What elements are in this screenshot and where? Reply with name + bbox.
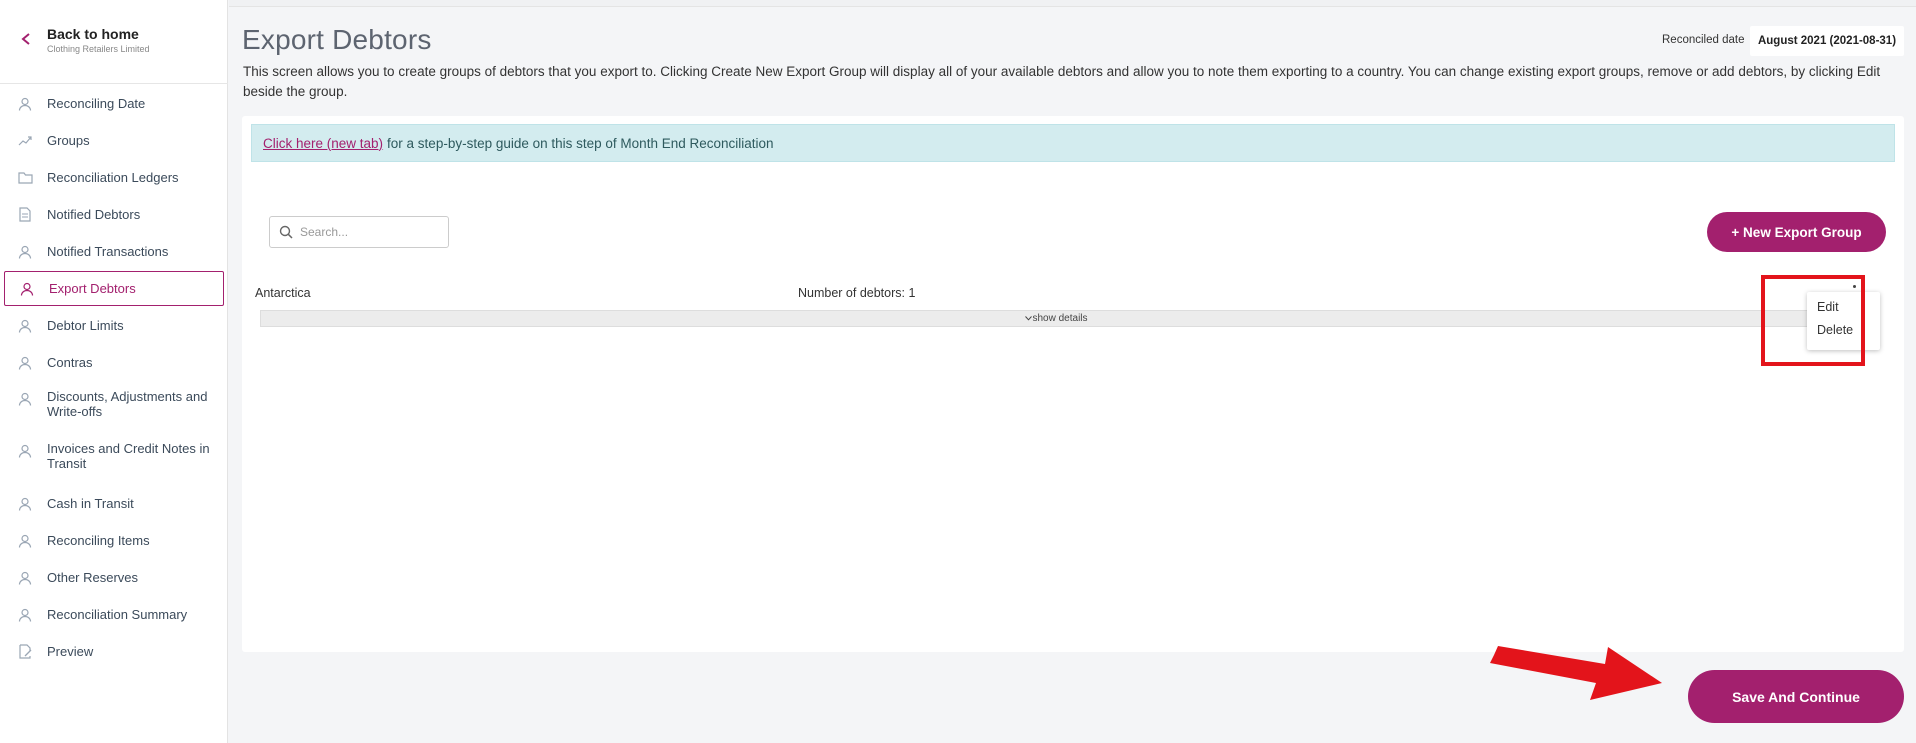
person-icon [17,607,33,623]
sidebar-item-label: Groups [47,133,90,148]
document-icon [17,207,33,223]
sidebar-item-label: Contras [47,355,93,370]
chevron-left-icon [21,33,30,45]
page-description: This screen allows you to create groups … [243,64,1881,99]
sidebar-item-reconciliation-ledgers[interactable]: Reconciliation Ledgers [0,159,228,196]
back-to-home-label: Back to home [47,26,139,42]
company-name: Clothing Retailers Limited [47,44,150,54]
export-groups-card: Click here (new tab) for a step-by-step … [242,116,1904,652]
person-icon [17,96,33,112]
edit-menu-item[interactable]: Edit [1817,300,1839,314]
sidebar-item-groups[interactable]: Groups [0,122,228,159]
search-box [269,216,449,248]
delete-menu-item[interactable]: Delete [1817,323,1853,337]
new-export-group-button[interactable]: + New Export Group [1707,212,1886,252]
person-icon [17,570,33,586]
save-and-continue-button[interactable]: Save And Continue [1688,670,1904,723]
folder-icon [17,170,33,186]
person-icon [17,244,33,260]
person-icon [17,533,33,549]
sidebar-item-reconciling-date[interactable]: Reconciling Date [0,85,228,122]
sidebar-item-label: Debtor Limits [47,318,124,333]
person-icon [19,281,35,297]
show-details-toggle[interactable]: show details [260,310,1853,327]
sidebar-item-reconciliation-summary[interactable]: Reconciliation Summary [0,596,228,633]
search-icon [279,225,293,239]
group-context-menu: Edit Delete [1807,292,1880,350]
sidebar-item-other-reserves[interactable]: Other Reserves [0,559,228,596]
page-title: Export Debtors [242,24,432,55]
reconciled-date-label: Reconciled date [1662,34,1745,46]
sidebar-item-label: Reconciliation Ledgers [47,170,179,185]
sidebar-item-export-debtors[interactable]: Export Debtors [4,271,224,306]
sidebar-item-preview[interactable]: Preview [0,633,228,670]
sidebar-item-label: Discounts, Adjustments and Write-offs [47,389,208,419]
sidebar-nav: Reconciling Date Groups Reconciliation L… [0,85,228,670]
sidebar-item-label: Other Reserves [47,570,139,585]
sidebar-item-label: Cash in Transit [47,496,134,511]
guide-text: for a step-by-step guide on this step of… [387,135,774,151]
person-icon [17,355,33,371]
annotation-arrow [1490,646,1662,700]
edit-document-icon [17,644,33,660]
person-icon [17,496,33,512]
sidebar-item-debtor-limits[interactable]: Debtor Limits [0,307,228,344]
top-bar [229,0,1916,7]
sidebar-item-label: Reconciling Items [47,533,150,548]
guide-link[interactable]: Click here (new tab) [263,136,383,151]
sidebar-item-notified-transactions[interactable]: Notified Transactions [0,233,228,270]
sidebar-item-label: Notified Debtors [47,207,141,222]
sidebar-item-label: Preview [47,644,94,659]
sidebar-item-invoices-in-transit[interactable]: Invoices and Credit Notes in Transit [0,433,228,485]
back-to-home-link[interactable]: Back to home Clothing Retailers Limited [0,0,228,84]
chevron-down-icon [1025,316,1033,321]
sidebar-item-label: Export Debtors [49,281,136,296]
sidebar-item-label: Notified Transactions [47,244,169,259]
sidebar-item-label: Reconciling Date [47,96,146,111]
sidebar-item-label: Reconciliation Summary [47,607,188,622]
sidebar-item-contras[interactable]: Contras [0,344,228,381]
person-icon [17,391,33,407]
trend-icon [17,133,33,149]
group-debtor-count: Number of debtors: 1 [798,286,916,300]
search-input[interactable] [300,222,440,242]
guide-info-banner: Click here (new tab) for a step-by-step … [251,124,1895,162]
show-details-label: show details [1032,313,1088,324]
group-name: Antarctica [255,286,311,300]
sidebar-item-reconciling-items[interactable]: Reconciling Items [0,522,228,559]
person-icon [17,443,33,459]
sidebar-item-label: Invoices and Credit Notes in Transit [47,441,210,471]
sidebar-item-notified-debtors[interactable]: Notified Debtors [0,196,228,233]
person-icon [17,318,33,334]
sidebar-item-discounts-adjustments[interactable]: Discounts, Adjustments and Write-offs [0,381,228,433]
sidebar-item-cash-in-transit[interactable]: Cash in Transit [0,485,228,522]
reconciled-date-value: August 2021 (2021-08-31) [1750,26,1904,56]
sidebar: Back to home Clothing Retailers Limited … [0,0,228,743]
